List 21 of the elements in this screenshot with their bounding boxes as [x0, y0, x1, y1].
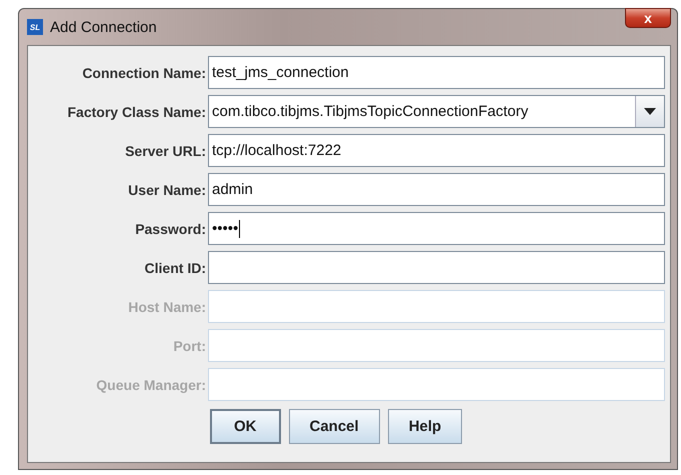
- close-button[interactable]: x: [625, 8, 671, 28]
- dialog-button[interactable]: Help: [388, 409, 462, 444]
- field-label: Password:: [134, 220, 207, 236]
- text-field[interactable]: tcp://localhost:7222: [208, 134, 665, 167]
- field-label: Client ID:: [144, 260, 207, 276]
- field-label: User Name:: [127, 182, 207, 198]
- field-label: Server URL:: [124, 142, 207, 158]
- password-field[interactable]: •••••: [208, 212, 665, 245]
- text-field[interactable]: [208, 251, 665, 284]
- field-label: Port:: [172, 338, 207, 354]
- field-label: Queue Manager:: [95, 376, 207, 392]
- text-field[interactable]: admin: [208, 173, 665, 206]
- dialog-button[interactable]: Cancel: [288, 409, 380, 444]
- field-label: Host Name:: [127, 298, 207, 314]
- app-logo-icon: SL: [27, 19, 43, 35]
- dialog-button[interactable]: OK: [210, 409, 280, 444]
- text-field[interactable]: test_jms_connection: [208, 56, 665, 89]
- field-label: Connection Name:: [81, 64, 207, 80]
- dropdown-field[interactable]: com.tibco.tibjms.TibjmsTopicConnectionFactory: [208, 95, 665, 128]
- field-label: Factory Class Name:: [66, 104, 207, 120]
- window-title: Add Connection: [50, 18, 157, 36]
